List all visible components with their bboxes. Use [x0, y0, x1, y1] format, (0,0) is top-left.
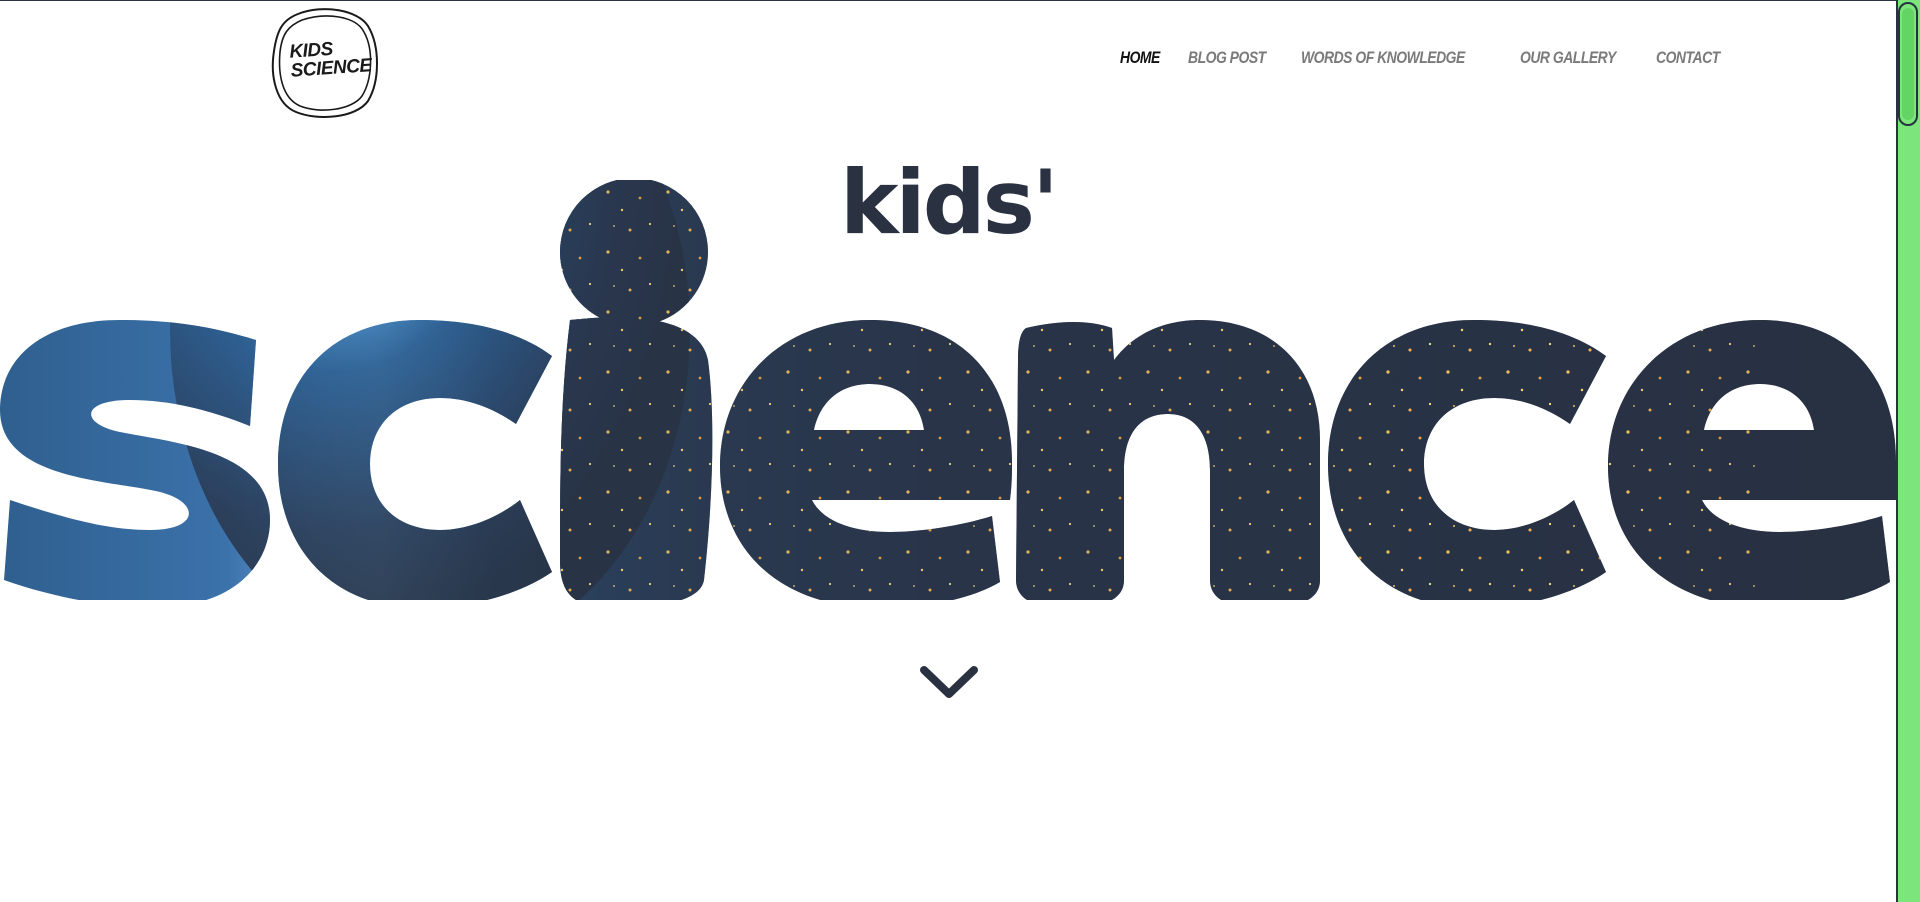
nav-item-words-of-knowledge[interactable]: Words of Knowledge — [1301, 48, 1465, 68]
logo-text: KIDS SCIENCE — [289, 37, 373, 82]
top-border — [0, 0, 1896, 1]
page: KIDS SCIENCE Home Blog Post Words of Kno… — [0, 0, 1920, 902]
nav-item-blog-post[interactable]: Blog Post — [1188, 48, 1266, 68]
hero-science-graphic — [0, 180, 1896, 600]
nav-item-home[interactable]: Home — [1120, 48, 1160, 68]
chevron-down-icon — [920, 666, 978, 698]
page-scrollbar[interactable] — [1896, 0, 1920, 902]
hero-title — [0, 180, 1896, 600]
scroll-down-button[interactable] — [918, 664, 980, 704]
main-nav: Home Blog Post Words of Knowledge Our Ga… — [1120, 48, 1753, 68]
scrollbar-thumb[interactable] — [1898, 2, 1918, 126]
nav-item-contact[interactable]: Contact — [1656, 48, 1720, 68]
nav-item-our-gallery[interactable]: Our Gallery — [1520, 48, 1616, 68]
site-logo[interactable]: KIDS SCIENCE — [268, 6, 382, 120]
